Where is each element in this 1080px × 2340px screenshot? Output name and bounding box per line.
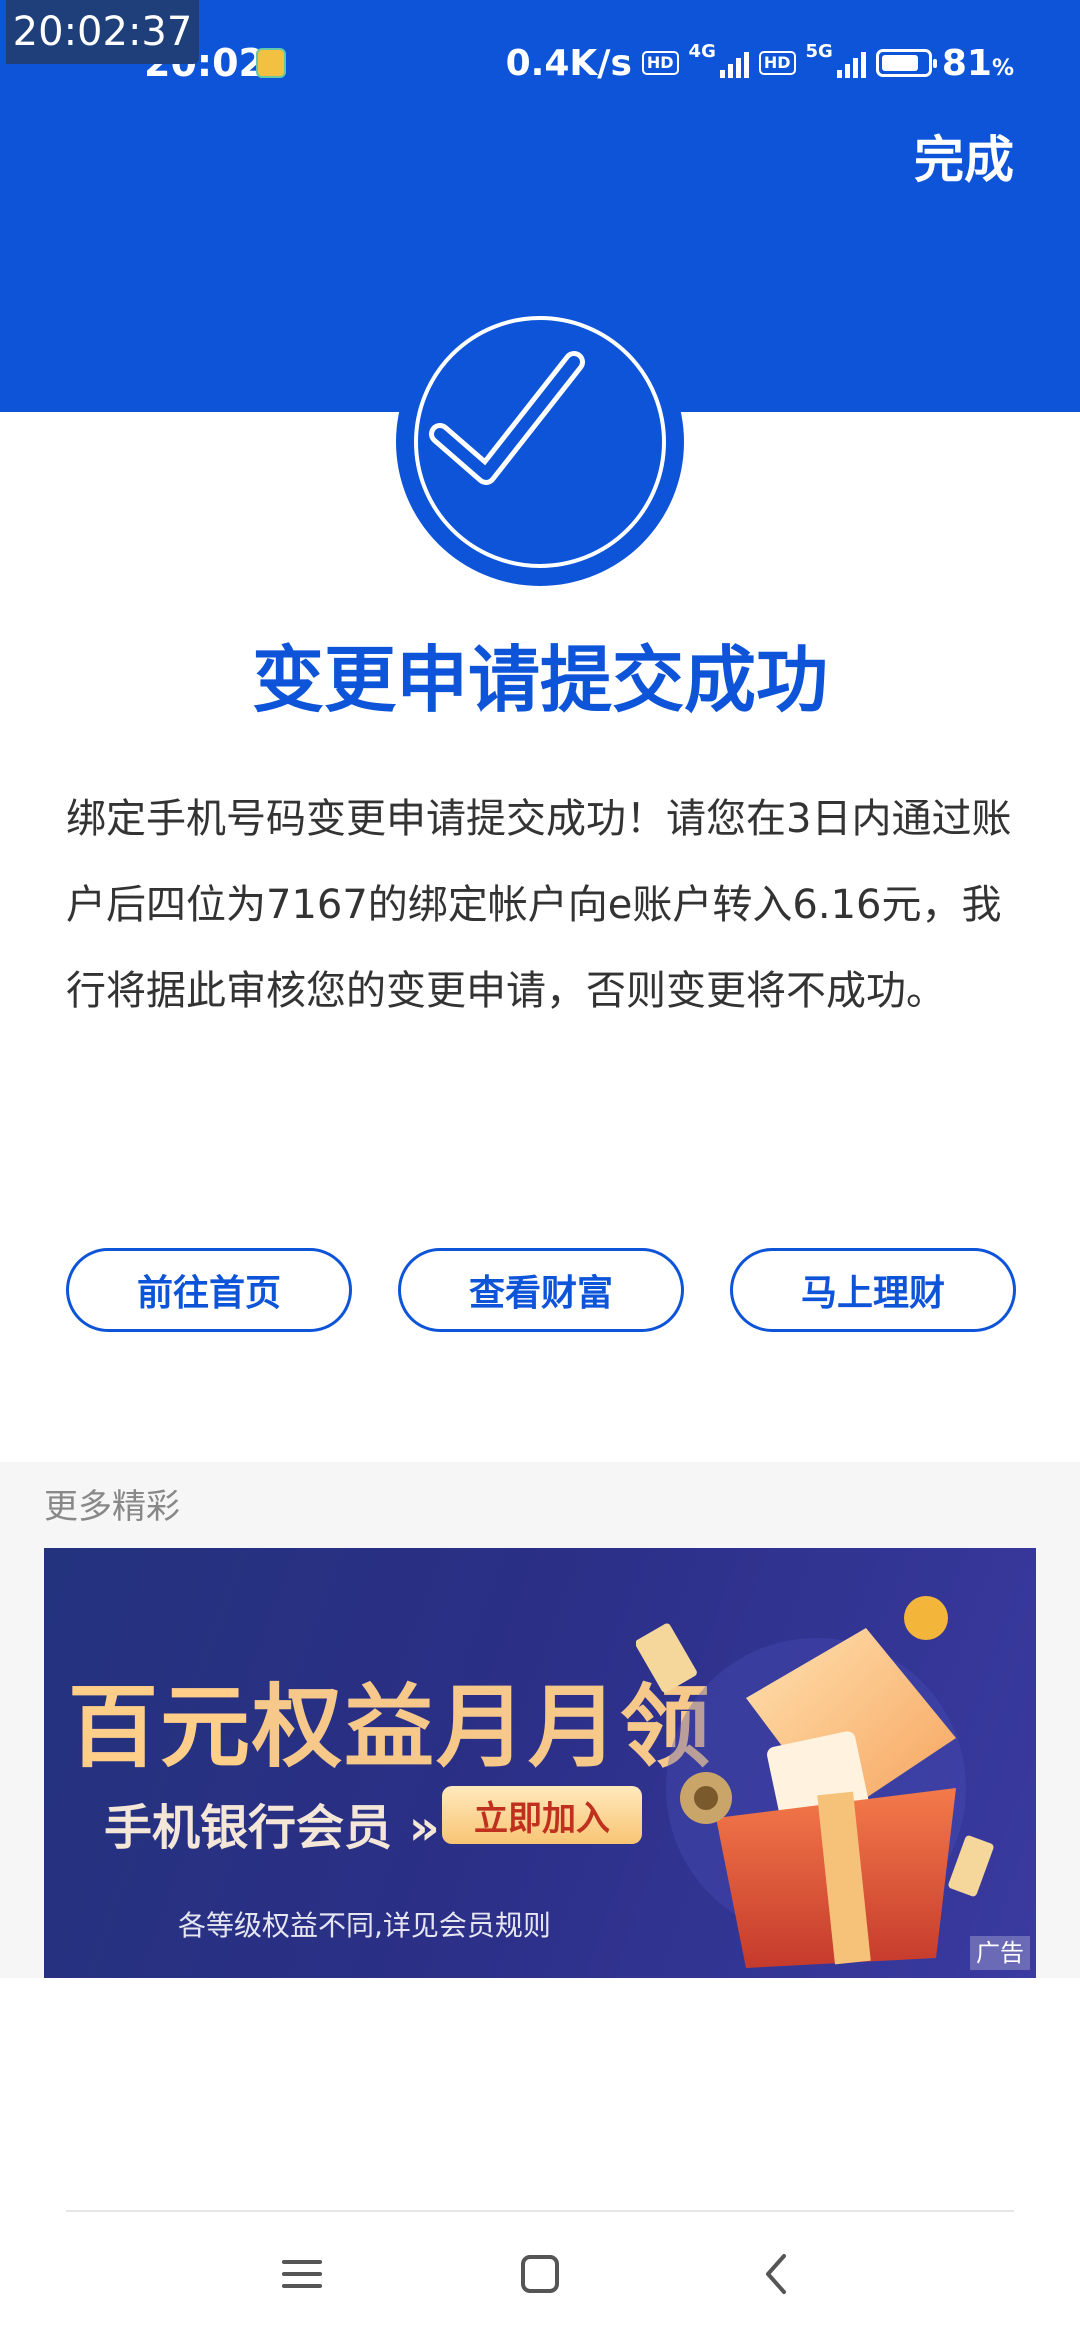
hd-icon-2: HD xyxy=(758,51,796,75)
network-5g-label: 5G xyxy=(805,40,833,62)
battery-fill xyxy=(881,55,918,71)
gift-box-icon xyxy=(636,1596,994,1968)
network-4g-label: 4G xyxy=(688,40,716,62)
more-section-title: 更多精彩 xyxy=(44,1487,180,1527)
banner-title: 百元权益月月领 xyxy=(68,1654,712,1784)
battery-percent: 81% xyxy=(941,42,1014,84)
go-home-button[interactable]: 前往首页 xyxy=(66,1248,352,1332)
banner-note: 各等级权益不同,详见会员规则 xyxy=(178,1909,551,1942)
result-title: 变更申请提交成功 xyxy=(251,638,828,722)
nav-divider xyxy=(66,2210,1014,2212)
success-check-icon xyxy=(396,298,684,586)
more-section: 更多精彩 百元权益月月领 手机银行会员 » 立即加入 各等级权益不同,详见会员规… xyxy=(0,1462,1080,1978)
join-now-button[interactable]: 立即加入 xyxy=(442,1786,642,1844)
view-wealth-button[interactable]: 查看财富 xyxy=(398,1248,684,1332)
network-speed: 0.4K/s xyxy=(505,42,632,84)
app-notification-icon xyxy=(256,48,286,78)
menu-icon[interactable] xyxy=(272,2244,332,2304)
ad-tag: 广告 xyxy=(970,1936,1030,1970)
back-icon[interactable] xyxy=(746,2244,806,2304)
home-icon[interactable] xyxy=(510,2244,570,2304)
double-arrow-icon: » xyxy=(408,1800,440,1856)
action-buttons: 前往首页 查看财富 马上理财 xyxy=(66,1248,1016,1332)
invest-now-button[interactable]: 马上理财 xyxy=(730,1248,1016,1332)
hd-icon: HD xyxy=(641,51,679,75)
membership-banner[interactable]: 百元权益月月领 手机银行会员 » 立即加入 各等级权益不同,详见会员规则 广告 xyxy=(44,1548,1036,1978)
status-bar-right: 0.4K/s HD 4G HD 5G 81% xyxy=(506,38,1014,88)
signal-icon-2 xyxy=(836,48,866,78)
result-message: 绑定手机号码变更申请提交成功！请您在3日内通过账户后四位为7167的绑定帐户向e… xyxy=(66,796,1012,1014)
battery-icon xyxy=(875,49,937,77)
screen-recording-time: 20:02:37 xyxy=(6,0,199,64)
banner-title-strong: 百元 xyxy=(68,1675,252,1780)
system-navigation-bar xyxy=(0,2230,1080,2320)
checkmark-icon xyxy=(429,351,585,485)
banner-subtitle: 手机银行会员 » xyxy=(104,1800,440,1856)
done-button[interactable]: 完成 xyxy=(914,130,1014,190)
signal-icon xyxy=(719,48,749,78)
